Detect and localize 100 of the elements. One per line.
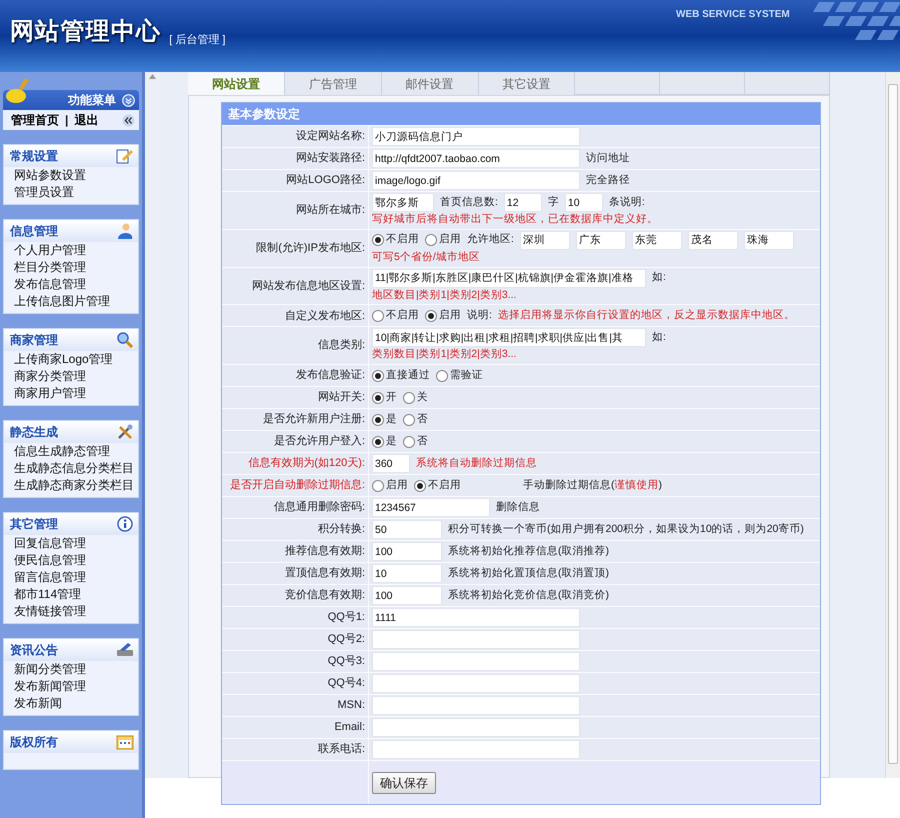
radio-button[interactable]	[436, 370, 448, 382]
text-field[interactable]: 广东	[576, 230, 626, 250]
hint-text: 允许地区:	[467, 232, 514, 248]
text-field[interactable]: 50	[372, 520, 442, 539]
menu-item[interactable]: 信息生成静态管理	[4, 443, 110, 460]
warning-note: 类别数目|类别1|类别2|类别3...	[372, 347, 516, 362]
text-field[interactable]: 12	[504, 193, 542, 212]
text-field[interactable]	[372, 718, 580, 737]
text-field[interactable]: 10	[564, 193, 603, 212]
field-label: 限制(允许)IP发布地区:	[256, 240, 365, 256]
option-label: 启用	[439, 232, 461, 248]
hint-text: 如:	[652, 270, 666, 286]
field-label: 是否开启自动删除过期信息:	[230, 478, 365, 494]
text-field[interactable]: 11|鄂尔多斯|东胜区|康巴什区|杭锦旗|伊金霍洛旗|准格	[372, 268, 646, 288]
text-field[interactable]: 1111	[372, 608, 580, 627]
option-label: 是	[386, 412, 397, 427]
home-link[interactable]: 管理首页	[11, 111, 59, 129]
radio-button[interactable]	[372, 480, 384, 492]
double-chevron-icon[interactable]	[122, 114, 135, 126]
menu-item[interactable]: 留言信息管理	[4, 569, 86, 586]
hint-text: 系统将初始化竞价信息(取消竞价)	[448, 588, 609, 603]
radio-button[interactable]	[403, 436, 415, 448]
field-label: QQ号1:	[328, 610, 365, 626]
menu-item[interactable]: 新闻分类管理	[4, 661, 86, 678]
field-label: QQ号3:	[328, 654, 365, 670]
radio-button[interactable]	[372, 414, 384, 426]
radio-button[interactable]	[403, 414, 415, 426]
field-label: 是否允许新用户注册:	[262, 412, 365, 428]
menu-item[interactable]: 友情链接管理	[4, 603, 86, 620]
option-label: 否	[417, 412, 428, 427]
text-field[interactable]	[372, 630, 580, 649]
tab[interactable]: 广告管理	[284, 72, 382, 95]
field-label: 网站安装路径:	[296, 150, 365, 166]
field-label: 是否允许用户登入:	[274, 434, 365, 450]
field-label: Email:	[334, 720, 365, 736]
radio-button[interactable]	[372, 370, 384, 382]
menu-item[interactable]: 回复信息管理	[4, 535, 86, 552]
menu-item[interactable]: 商家用户管理	[4, 385, 86, 402]
text-field[interactable]: 10|商家|转让|求购|出租|求租|招聘|求职|供应|出售|其	[372, 328, 646, 348]
hint-text: )	[658, 478, 662, 493]
menu-item[interactable]: 商家分类管理	[4, 368, 86, 385]
menu-item[interactable]: 生成静态商家分类栏目	[4, 477, 134, 494]
field-label: 网站LOGO路径:	[286, 173, 365, 188]
field-label: 联系电话:	[318, 742, 365, 758]
field-label: 信息通用删除密码:	[274, 500, 365, 516]
radio-button[interactable]	[414, 480, 426, 492]
menu-item[interactable]: 管理员设置	[4, 184, 74, 201]
text-field[interactable]: 100	[372, 586, 442, 605]
text-field[interactable]: 360	[372, 454, 410, 473]
text-field[interactable]: 鄂尔多斯	[372, 193, 434, 212]
radio-button[interactable]	[372, 436, 384, 448]
scroll-up-arrow-icon[interactable]	[149, 74, 156, 79]
field-label: 置顶信息有效期:	[284, 566, 365, 582]
text-field[interactable]	[372, 696, 580, 715]
text-field[interactable]: 东莞	[632, 230, 682, 250]
radio-button[interactable]	[425, 310, 437, 322]
hint-text: 访问地址	[586, 150, 630, 166]
text-field[interactable]: 100	[372, 542, 442, 561]
radio-button[interactable]	[372, 310, 384, 322]
tab[interactable]: 邮件设置	[382, 72, 479, 95]
text-field[interactable]	[372, 652, 580, 671]
text-field[interactable]	[372, 674, 580, 693]
logout-link[interactable]: 退出	[74, 111, 98, 129]
hint-text: 系统将初始化置顶信息(取消置顶)	[448, 566, 609, 581]
warning-note: 谨慎使用	[614, 478, 658, 493]
option-label: 启用	[386, 478, 408, 493]
text-field[interactable]	[372, 740, 580, 759]
save-button[interactable]: 确认保存	[372, 772, 436, 794]
text-field[interactable]: image/logo.gif	[372, 171, 580, 190]
menu-item[interactable]: 上传商家Logo管理	[4, 351, 113, 368]
warning-note: 写好城市后将自动带出下一级地区，已在数据库中定义好。	[372, 212, 658, 227]
menu-item[interactable]: 发布信息管理	[4, 276, 86, 293]
text-field[interactable]: 深圳	[520, 230, 570, 250]
field-label: 推荐信息有效期:	[284, 544, 365, 560]
radio-button[interactable]	[372, 234, 384, 246]
hint-text: 如:	[652, 330, 666, 345]
text-field[interactable]: 珠海	[744, 230, 794, 250]
menu-item[interactable]: 都市114管理	[4, 586, 82, 603]
hint-text: 完全路径	[586, 172, 630, 188]
menu-item[interactable]: 生成静态信息分类栏目	[4, 460, 134, 477]
text-field[interactable]: 茂名	[688, 230, 738, 250]
menu-item[interactable]: 网站参数设置	[4, 167, 86, 184]
radio-button[interactable]	[425, 234, 437, 246]
text-field[interactable]: 10	[372, 564, 442, 583]
menu-item[interactable]: 上传信息图片管理	[4, 293, 110, 310]
tab[interactable]: 其它设置	[478, 72, 576, 95]
radio-button[interactable]	[372, 392, 384, 404]
menu-item[interactable]: 个人用户管理	[4, 242, 86, 259]
text-field[interactable]: http://qfdt2007.taobao.com	[372, 149, 580, 168]
tab[interactable]: 网站设置	[188, 72, 285, 95]
menu-item[interactable]: 栏目分类管理	[4, 259, 86, 276]
menu-item[interactable]: 便民信息管理	[4, 552, 86, 569]
scrollbar[interactable]	[885, 72, 900, 778]
radio-button[interactable]	[403, 392, 415, 404]
collapse-icon[interactable]	[122, 94, 135, 106]
text-field[interactable]: 小刀源码信息门户	[372, 127, 580, 146]
menu-item[interactable]: 发布新闻管理	[4, 678, 86, 695]
field-label: 积分转换:	[318, 522, 365, 538]
text-field[interactable]: 1234567	[372, 498, 490, 517]
menu-item[interactable]: 发布新闻	[4, 695, 62, 712]
